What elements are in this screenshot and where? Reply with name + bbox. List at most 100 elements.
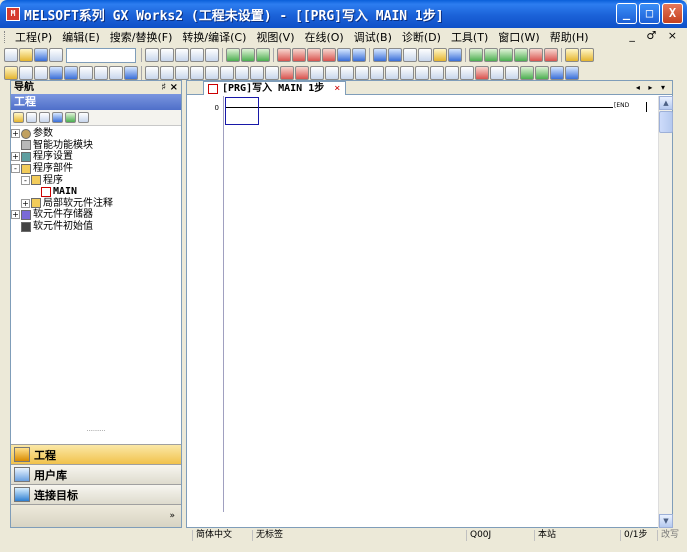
tab-main-program[interactable]: [PRG]写入 MAIN 1步 × bbox=[203, 81, 347, 95]
rebuild-icon[interactable] bbox=[514, 48, 528, 62]
ladder-parallel-close-icon[interactable] bbox=[190, 66, 204, 80]
ladder-note-icon[interactable] bbox=[505, 66, 519, 80]
nav-overflow-chevron-icon[interactable]: » bbox=[11, 504, 181, 527]
open-folder-icon[interactable] bbox=[19, 48, 33, 62]
nav-button-user-library[interactable]: 用户库 bbox=[11, 464, 181, 484]
menu-tool[interactable]: 工具(T) bbox=[446, 29, 493, 45]
ladder-rising-edge-icon[interactable] bbox=[280, 66, 294, 80]
monitor-stop-icon[interactable] bbox=[352, 48, 366, 62]
read-mode-icon[interactable] bbox=[580, 48, 594, 62]
navigation-toggle-icon[interactable] bbox=[4, 66, 18, 80]
menu-diagnostics[interactable]: 诊断(D) bbox=[397, 29, 446, 45]
ladder-falling-parallel-icon[interactable] bbox=[325, 66, 339, 80]
tree-expand-icon[interactable]: + bbox=[11, 129, 20, 139]
magnify-icon[interactable] bbox=[109, 66, 123, 80]
ladder-falling-edge-icon[interactable] bbox=[295, 66, 309, 80]
ladder-rising-pulse-icon[interactable] bbox=[370, 66, 384, 80]
ladder-comment-icon[interactable] bbox=[475, 66, 489, 80]
write-to-plc-icon[interactable] bbox=[277, 48, 291, 62]
ladder-coil-icon[interactable] bbox=[205, 66, 219, 80]
convert-all-icon[interactable] bbox=[484, 48, 498, 62]
device-batch-icon[interactable] bbox=[403, 48, 417, 62]
help-index-icon[interactable] bbox=[124, 66, 138, 80]
ladder-vertical-line-icon[interactable] bbox=[250, 66, 264, 80]
search-device-icon[interactable] bbox=[529, 48, 543, 62]
simulation-start-icon[interactable] bbox=[373, 48, 387, 62]
monitor-start-icon[interactable] bbox=[337, 48, 351, 62]
ladder-rising-parallel-icon[interactable] bbox=[310, 66, 324, 80]
tree-item-intelligent-module[interactable]: 智能功能模块 bbox=[11, 140, 181, 152]
device-memory-icon[interactable] bbox=[64, 66, 78, 80]
new-data-icon[interactable] bbox=[13, 112, 24, 123]
tree-item-program-parts[interactable]: - 程序部件 bbox=[11, 163, 181, 175]
toolbar-combo[interactable] bbox=[66, 47, 136, 63]
output-window-icon[interactable] bbox=[34, 66, 48, 80]
monitor-icon[interactable] bbox=[322, 48, 336, 62]
ladder-comment-display-icon[interactable] bbox=[535, 66, 549, 80]
minimize-button[interactable]: _ bbox=[616, 3, 637, 24]
copy-icon[interactable] bbox=[160, 48, 174, 62]
delete-data-icon[interactable] bbox=[39, 112, 50, 123]
ladder-line-input-icon[interactable] bbox=[430, 66, 444, 80]
refresh-icon[interactable] bbox=[65, 112, 76, 123]
tree-item-device-initial-value[interactable]: 软元件初始值 bbox=[11, 221, 181, 233]
window-arrange-icon[interactable] bbox=[256, 48, 270, 62]
edit-mode-icon[interactable] bbox=[565, 48, 579, 62]
ladder-zoom-out-icon[interactable] bbox=[565, 66, 579, 80]
print-icon[interactable] bbox=[448, 48, 462, 62]
menu-convert-compile[interactable]: 转换/编译(C) bbox=[177, 29, 251, 45]
tab-navigation-arrows[interactable]: ◂ ▸ ▾ bbox=[636, 81, 668, 95]
zoom-icon[interactable] bbox=[94, 66, 108, 80]
watch-window-icon[interactable] bbox=[49, 66, 63, 80]
element-selection-icon[interactable] bbox=[19, 66, 33, 80]
tree-item-program-setting[interactable]: + 程序设置 bbox=[11, 151, 181, 163]
scroll-up-icon[interactable]: ▲ bbox=[659, 96, 673, 110]
ladder-horizontal-line-icon[interactable] bbox=[235, 66, 249, 80]
navigation-splitter-grip[interactable]: ·········· bbox=[11, 429, 181, 436]
menubar-grip-icon[interactable] bbox=[4, 31, 7, 43]
watch-icon[interactable] bbox=[418, 48, 432, 62]
comment-icon[interactable] bbox=[433, 48, 447, 62]
nav-button-connection-destination[interactable]: 连接目标 bbox=[11, 484, 181, 504]
menu-view[interactable]: 视图(V) bbox=[251, 29, 299, 45]
ladder-open-contact-icon[interactable] bbox=[145, 66, 159, 80]
convert-icon[interactable] bbox=[469, 48, 483, 62]
navigation-header-controls[interactable]: ♯ × bbox=[161, 81, 178, 94]
ladder-delete-line-icon[interactable] bbox=[265, 66, 279, 80]
properties-icon[interactable] bbox=[26, 112, 37, 123]
ladder-device-display-icon[interactable] bbox=[520, 66, 534, 80]
tree-expand-icon[interactable]: + bbox=[11, 210, 20, 220]
tree-collapse-icon[interactable]: - bbox=[21, 175, 30, 185]
menu-project[interactable]: 工程(P) bbox=[10, 29, 57, 45]
maximize-button[interactable]: □ bbox=[639, 3, 660, 24]
read-from-plc-icon[interactable] bbox=[292, 48, 306, 62]
tree-collapse-icon[interactable]: - bbox=[11, 164, 20, 174]
compile-icon[interactable] bbox=[499, 48, 513, 62]
redo-icon[interactable] bbox=[205, 48, 219, 62]
undo-icon[interactable] bbox=[190, 48, 204, 62]
mdi-window-controls[interactable]: _ ♂ × bbox=[629, 29, 681, 42]
verify-plc-icon[interactable] bbox=[307, 48, 321, 62]
ladder-instruction-icon[interactable] bbox=[220, 66, 234, 80]
ladder-falling-pulse-parallel-icon[interactable] bbox=[415, 66, 429, 80]
tree-item-local-device-comment[interactable]: + 局部软元件注释 bbox=[11, 198, 181, 210]
tree-expand-icon[interactable]: + bbox=[21, 198, 30, 208]
list-window-icon[interactable] bbox=[79, 66, 93, 80]
paste-icon[interactable] bbox=[175, 48, 189, 62]
ladder-parallel-open-icon[interactable] bbox=[175, 66, 189, 80]
scroll-down-icon[interactable]: ▼ bbox=[659, 514, 673, 528]
tree-expand-icon[interactable]: + bbox=[11, 152, 20, 162]
menu-edit[interactable]: 编辑(E) bbox=[57, 29, 105, 45]
close-button[interactable]: X bbox=[662, 3, 683, 24]
ladder-falling-pulse-icon[interactable] bbox=[385, 66, 399, 80]
window-cascade-icon[interactable] bbox=[241, 48, 255, 62]
vertical-scrollbar[interactable]: ▲ ▼ bbox=[658, 96, 673, 528]
help-icon[interactable] bbox=[49, 48, 63, 62]
window-tile-icon[interactable] bbox=[226, 48, 240, 62]
ladder-statement-icon[interactable] bbox=[490, 66, 504, 80]
menu-window[interactable]: 窗口(W) bbox=[493, 29, 544, 45]
cross-reference-icon[interactable] bbox=[544, 48, 558, 62]
ladder-fill-icon[interactable] bbox=[460, 66, 474, 80]
simulation-stop-icon[interactable] bbox=[388, 48, 402, 62]
menu-find-replace[interactable]: 搜索/替换(F) bbox=[105, 29, 178, 45]
